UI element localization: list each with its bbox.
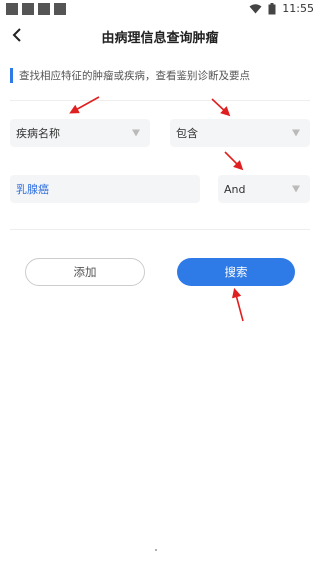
annotation-arrow bbox=[232, 287, 244, 322]
annotation-arrow bbox=[69, 96, 100, 114]
annotation-arrows bbox=[69, 96, 244, 322]
annotation-arrow bbox=[211, 98, 231, 117]
annotation-arrow bbox=[224, 151, 244, 171]
decorative-dot bbox=[155, 549, 157, 551]
